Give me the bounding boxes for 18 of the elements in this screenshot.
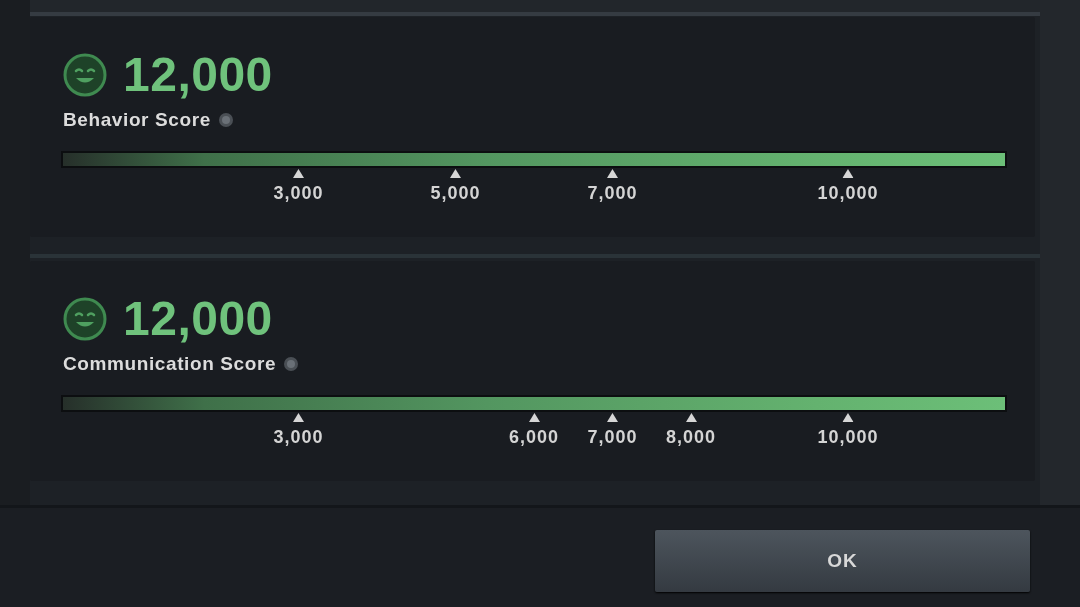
score-label: Behavior Score [63,109,211,131]
ok-button[interactable]: OK [655,530,1030,592]
score-label: Communication Score [63,353,277,375]
info-icon[interactable] [284,357,299,371]
smiley-icon [63,297,107,341]
marker-label: 8,000 [666,427,717,448]
marker-label: 10,000 [817,427,879,448]
marker-label: 3,000 [273,183,324,204]
marker-label: 7,000 [587,183,638,204]
marker-label: 6,000 [509,427,559,448]
score-value: 12,000 [123,53,273,97]
marker-label: 5,000 [430,183,481,204]
smiley-icon [63,53,107,97]
marker-label: 10,000 [817,183,879,204]
marker-label: 7,000 [587,427,638,448]
marker-label: 3,000 [273,427,324,448]
info-icon[interactable] [218,113,233,127]
score-value: 12,000 [123,297,273,341]
